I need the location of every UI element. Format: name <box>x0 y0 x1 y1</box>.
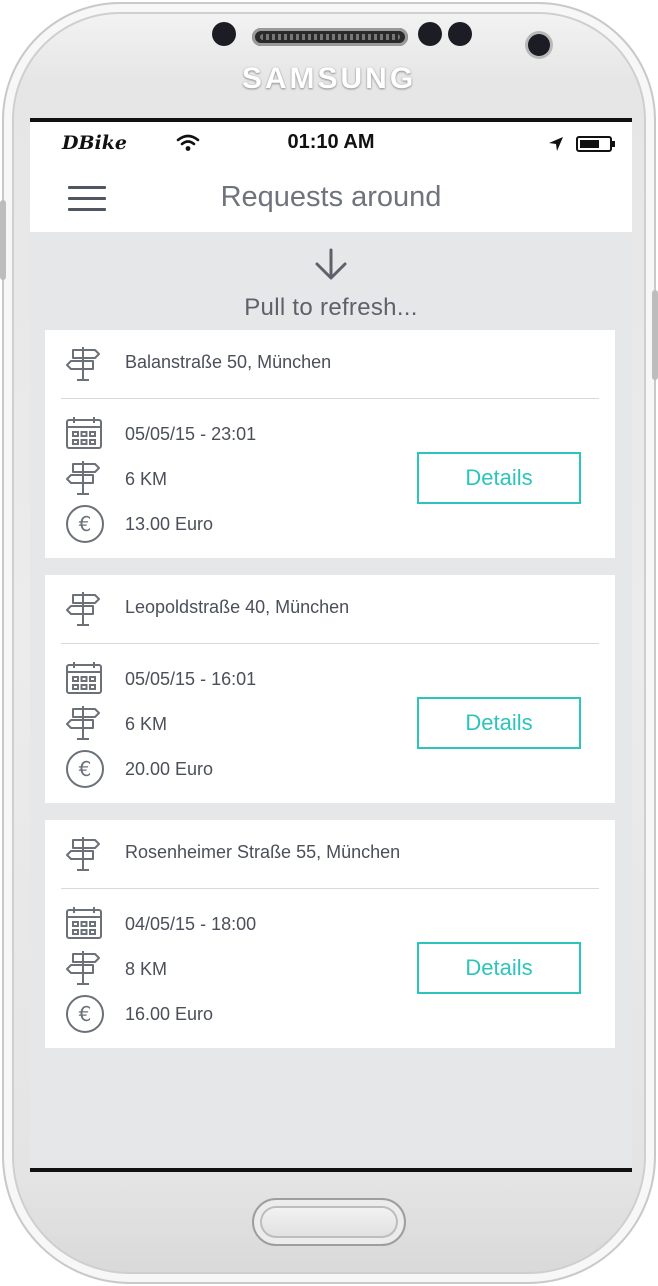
euro-icon: € <box>66 750 104 788</box>
euro-icon: € <box>66 505 104 543</box>
request-distance: 6 KM <box>125 469 168 489</box>
request-datetime: 05/05/15 - 16:01 <box>125 669 257 689</box>
svg-text:€: € <box>79 1002 92 1026</box>
signpost-icon <box>66 706 100 740</box>
calendar-icon <box>66 417 102 449</box>
svg-text:€: € <box>79 757 92 781</box>
request-price: 13.00 Euro <box>125 514 214 534</box>
signpost-icon <box>66 837 100 871</box>
details-button[interactable]: Details <box>417 452 581 504</box>
pull-to-refresh[interactable]: Pull to refresh... <box>30 248 632 322</box>
details-button[interactable]: Details <box>417 942 581 994</box>
sensor-left <box>418 22 442 46</box>
earpiece-speaker <box>252 28 408 46</box>
request-datetime: 05/05/15 - 23:01 <box>125 424 257 444</box>
request-address: Rosenheimer Straße 55, München <box>125 842 401 862</box>
status-bar: DBike 01:10 AM <box>30 122 632 164</box>
battery-icon <box>576 136 612 152</box>
front-camera <box>528 34 550 56</box>
request-card: Balanstraße 50, München 05/05/15 - 23:01… <box>45 330 615 558</box>
request-card: Leopoldstraße 40, München 05/05/15 - 16:… <box>45 575 615 803</box>
screen: DBike 01:10 AM Requests around Pull to r… <box>30 118 632 1172</box>
request-card: Rosenheimer Straße 55, München 04/05/15 … <box>45 820 615 1048</box>
divider <box>61 398 599 399</box>
battery-tip <box>612 141 615 147</box>
status-time: 01:10 AM <box>287 131 375 153</box>
page-title: Requests around <box>220 181 442 213</box>
signpost-icon <box>66 461 100 495</box>
location-arrow-icon <box>549 137 563 151</box>
volume-button <box>0 200 6 280</box>
request-price: 20.00 Euro <box>125 759 214 779</box>
divider <box>61 643 599 644</box>
calendar-icon <box>66 907 102 939</box>
request-address: Leopoldstraße 40, München <box>125 597 350 617</box>
nav-bar: Requests around <box>30 164 632 232</box>
signpost-icon <box>66 951 100 985</box>
signpost-icon <box>66 347 100 381</box>
request-price: 16.00 Euro <box>125 1004 214 1024</box>
divider <box>61 888 599 889</box>
svg-text:€: € <box>79 512 92 536</box>
sensor-right <box>448 22 472 46</box>
request-distance: 8 KM <box>125 959 168 979</box>
signpost-icon <box>66 592 100 626</box>
pull-to-refresh-text: Pull to refresh... <box>244 294 418 321</box>
request-datetime: 04/05/15 - 18:00 <box>125 914 257 934</box>
request-distance: 6 KM <box>125 714 168 734</box>
euro-icon: € <box>66 995 104 1033</box>
calendar-icon <box>66 662 102 694</box>
request-address: Balanstraße 50, München <box>125 352 332 372</box>
proximity-sensor <box>212 22 236 46</box>
device-brand: SAMSUNG <box>241 62 417 95</box>
power-button <box>652 290 658 380</box>
home-button[interactable] <box>252 1198 406 1246</box>
details-button[interactable]: Details <box>417 697 581 749</box>
arrow-down-icon <box>315 248 347 280</box>
